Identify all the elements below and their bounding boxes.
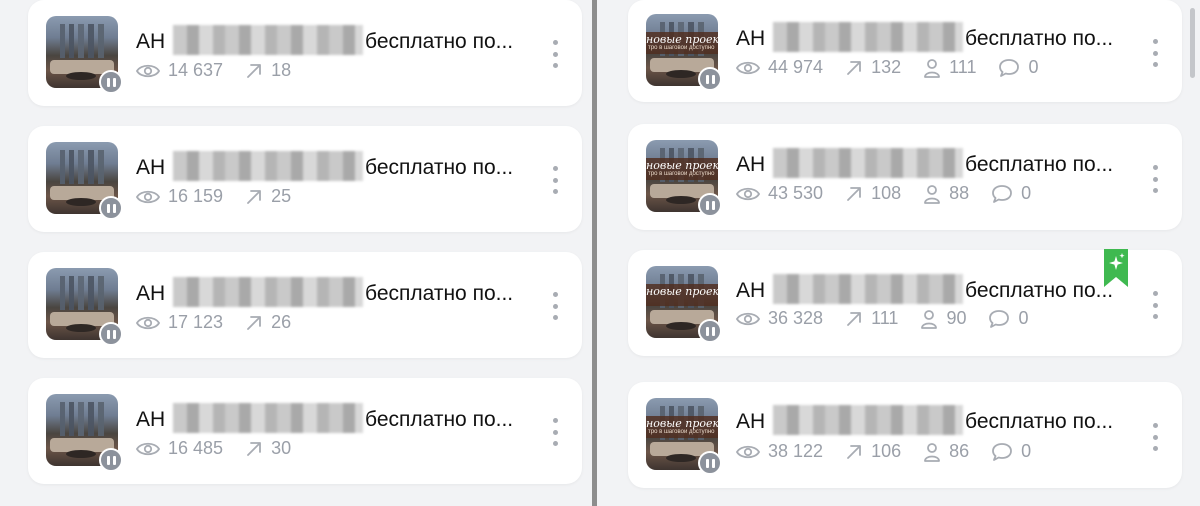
comments-stat: 0 bbox=[991, 441, 1031, 462]
views-stat: 36 328 bbox=[736, 308, 823, 329]
redacted-name bbox=[173, 25, 364, 55]
comment-icon bbox=[999, 58, 1020, 77]
post-stats: 44 974 132 111 0 bbox=[736, 57, 1061, 78]
redacted-name bbox=[773, 274, 964, 304]
pause-icon[interactable] bbox=[99, 70, 123, 94]
redacted-name bbox=[773, 405, 964, 435]
eye-icon bbox=[736, 445, 760, 458]
arrow-up-right-icon bbox=[847, 60, 861, 75]
post-card[interactable]: АН бесплатно по... 16 485 30 bbox=[28, 378, 582, 484]
kebab-menu-icon[interactable] bbox=[1149, 423, 1161, 451]
kebab-menu-icon[interactable] bbox=[549, 292, 561, 320]
eye-icon bbox=[136, 64, 160, 77]
eye-icon bbox=[136, 190, 160, 203]
person-icon bbox=[924, 442, 941, 462]
post-stats: 17 123 26 bbox=[136, 312, 313, 333]
post-stats: 36 328 111 90 0 bbox=[736, 308, 1050, 329]
kebab-menu-icon[interactable] bbox=[549, 166, 561, 194]
post-stats: 38 122 106 86 0 bbox=[736, 441, 1053, 462]
reposts-stat: 108 bbox=[845, 183, 901, 204]
person-icon bbox=[921, 309, 938, 329]
views-stat: 38 122 bbox=[736, 441, 823, 462]
redacted-name bbox=[173, 403, 364, 433]
comment-icon bbox=[989, 309, 1010, 328]
post-title: АН бесплатно по... bbox=[736, 148, 1113, 178]
post-title: АН бесплатно по... bbox=[736, 22, 1113, 52]
eye-icon bbox=[736, 187, 760, 200]
eye-icon bbox=[136, 316, 160, 329]
post-stats: 16 485 30 bbox=[136, 438, 313, 459]
post-stats: 14 637 18 bbox=[136, 60, 313, 81]
post-title: АН бесплатно по... bbox=[736, 274, 1113, 304]
members-stat: 86 bbox=[923, 441, 969, 462]
pause-icon[interactable] bbox=[698, 451, 722, 475]
views-stat: 44 974 bbox=[736, 57, 823, 78]
comments-stat: 0 bbox=[998, 57, 1039, 78]
left-pane: АН бесплатно по... 14 637 18 АН бесплатн… bbox=[0, 0, 592, 506]
pause-icon[interactable] bbox=[698, 319, 722, 343]
views-stat: 16 485 bbox=[136, 438, 223, 459]
person-icon bbox=[924, 58, 941, 78]
views-stat: 43 530 bbox=[736, 183, 823, 204]
comments-stat: 0 bbox=[991, 183, 1031, 204]
eye-icon bbox=[736, 312, 760, 325]
pause-icon[interactable] bbox=[99, 196, 123, 220]
pause-icon[interactable] bbox=[698, 67, 722, 91]
post-title: АН бесплатно по... bbox=[736, 405, 1113, 435]
reposts-stat: 30 bbox=[245, 438, 291, 459]
arrow-up-right-icon bbox=[847, 444, 861, 459]
redacted-name bbox=[773, 148, 964, 178]
views-stat: 16 159 bbox=[136, 186, 223, 207]
scrollbar-thumb[interactable] bbox=[1190, 8, 1195, 78]
reposts-stat: 106 bbox=[845, 441, 901, 462]
reposts-stat: 132 bbox=[845, 57, 901, 78]
arrow-up-right-icon bbox=[847, 311, 861, 326]
post-card[interactable]: АН бесплатно по... 17 123 26 bbox=[28, 252, 582, 358]
members-stat: 88 bbox=[923, 183, 969, 204]
arrow-up-right-icon bbox=[247, 315, 261, 330]
arrow-up-right-icon bbox=[247, 63, 261, 78]
kebab-menu-icon[interactable] bbox=[549, 418, 561, 446]
arrow-up-right-icon bbox=[247, 441, 261, 456]
arrow-up-right-icon bbox=[247, 189, 261, 204]
members-stat: 111 bbox=[923, 57, 976, 78]
post-card[interactable]: новые проекттро в шаговой доступно АН бе… bbox=[628, 0, 1182, 102]
eye-icon bbox=[736, 61, 760, 74]
comment-icon bbox=[992, 442, 1013, 461]
arrow-up-right-icon bbox=[847, 186, 861, 201]
pause-icon[interactable] bbox=[99, 322, 123, 346]
post-title: АН бесплатно по... bbox=[136, 151, 513, 181]
post-card[interactable]: новые проекттро в шаговой доступно АН бе… bbox=[628, 382, 1182, 488]
post-stats: 43 530 108 88 0 bbox=[736, 183, 1053, 204]
person-icon bbox=[924, 184, 941, 204]
post-title: АН бесплатно по... bbox=[136, 403, 513, 433]
redacted-name bbox=[773, 22, 964, 52]
redacted-name bbox=[173, 151, 364, 181]
reposts-stat: 26 bbox=[245, 312, 291, 333]
kebab-menu-icon[interactable] bbox=[549, 40, 561, 68]
views-stat: 14 637 bbox=[136, 60, 223, 81]
kebab-menu-icon[interactable] bbox=[1149, 39, 1161, 67]
pause-icon[interactable] bbox=[698, 193, 722, 217]
comment-icon bbox=[992, 184, 1013, 203]
post-card[interactable]: АН бесплатно по... 16 159 25 bbox=[28, 126, 582, 232]
views-stat: 17 123 bbox=[136, 312, 223, 333]
post-card[interactable]: новые проекттро в шаговой доступно АН бе… bbox=[628, 124, 1182, 230]
reposts-stat: 25 bbox=[245, 186, 291, 207]
kebab-menu-icon[interactable] bbox=[1149, 291, 1161, 319]
reposts-stat: 18 bbox=[245, 60, 291, 81]
post-title: АН бесплатно по... bbox=[136, 25, 513, 55]
reposts-stat: 111 bbox=[845, 308, 898, 329]
kebab-menu-icon[interactable] bbox=[1149, 165, 1161, 193]
members-stat: 90 bbox=[920, 308, 966, 329]
post-stats: 16 159 25 bbox=[136, 186, 313, 207]
post-title: АН бесплатно по... bbox=[136, 277, 513, 307]
bookmark-sparkle-icon[interactable] bbox=[1104, 249, 1128, 287]
post-card[interactable]: АН бесплатно по... 14 637 18 bbox=[28, 0, 582, 106]
post-card[interactable]: новые проект АН бесплатно по... 36 328 1… bbox=[628, 250, 1182, 356]
comments-stat: 0 bbox=[988, 308, 1028, 329]
eye-icon bbox=[136, 442, 160, 455]
pause-icon[interactable] bbox=[99, 448, 123, 472]
redacted-name bbox=[173, 277, 364, 307]
